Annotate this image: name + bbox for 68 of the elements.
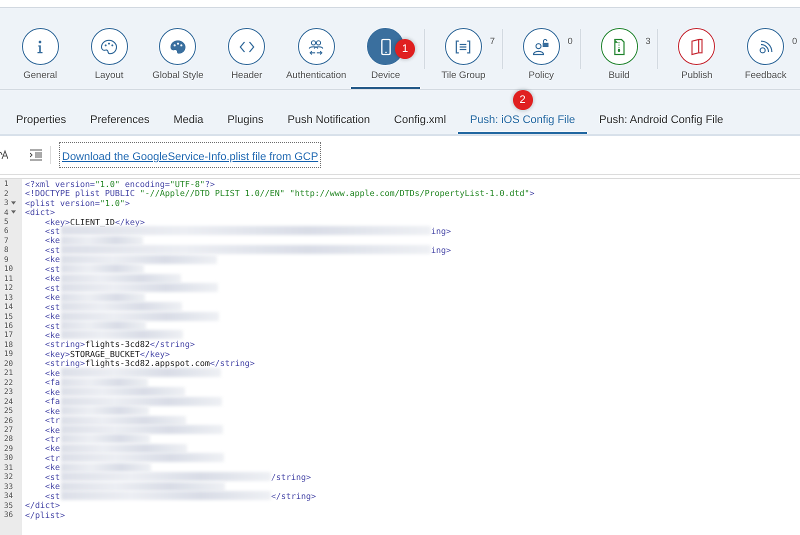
code-line: <ke <box>44 368 60 378</box>
code-line: <ke <box>44 386 60 397</box>
code-line: <tr <box>44 415 60 426</box>
code-line: </string> <box>270 490 316 501</box>
code-line: ing> <box>430 244 451 255</box>
code-line: <ke <box>44 481 60 492</box>
code-line: <dict> <box>25 207 55 218</box>
code-line: <st <box>44 264 60 274</box>
toolbar-button[interactable]: Layout <box>74 27 144 89</box>
code-line: <st <box>44 244 60 255</box>
code-line: <fa <box>44 396 60 406</box>
code-line: <tr <box>44 452 60 463</box>
code-line: <st <box>44 282 60 293</box>
code-line: <st <box>44 490 60 501</box>
tab[interactable]: Push Notification <box>276 114 382 134</box>
fold-icon[interactable] <box>10 200 16 205</box>
toolbar-button[interactable]: Header <box>212 27 282 89</box>
toolbar-button[interactable]: Publish <box>662 27 732 89</box>
code-line: <fa <box>44 377 60 388</box>
tab[interactable]: Config.xml <box>382 114 458 134</box>
code-line: <ke <box>44 254 60 264</box>
step-badge: 1 <box>395 39 416 59</box>
code-line: <ke <box>44 330 60 340</box>
code-line: </dict> <box>25 500 60 510</box>
code-line: <ke <box>44 406 60 416</box>
tab[interactable]: Properties <box>4 114 78 134</box>
toolbar-button[interactable]: Device 1 <box>351 27 420 89</box>
code-line: <ke <box>44 311 60 322</box>
code-line: <?xml version="1.0" encoding="UTF-8"?> <box>25 178 215 189</box>
toolbar-button[interactable]: Build 3 <box>584 27 654 89</box>
count-label: 0 <box>792 36 798 46</box>
code-line: ing> <box>430 226 451 236</box>
toolbar-button[interactable]: General <box>6 27 75 89</box>
code-line: <ke <box>44 235 60 246</box>
tab[interactable]: Plugins <box>215 114 276 134</box>
code-line: <ke <box>44 424 60 435</box>
code-line: <tr <box>44 434 60 444</box>
code-line: <st <box>44 226 60 236</box>
fold-icon[interactable] <box>10 210 16 214</box>
tab[interactable]: Media <box>161 114 216 134</box>
code-line: <string>flights-3cd82.appspot.com</string> <box>44 358 255 368</box>
download-link[interactable]: Download the GoogleService-Info.plist file from GCP <box>59 142 322 168</box>
toolbar-button[interactable]: Authentication <box>281 27 352 89</box>
code-line: <ke <box>44 462 60 472</box>
code-line: <st <box>44 302 60 312</box>
code-line: <st <box>44 320 60 331</box>
code-line: /string> <box>270 472 311 482</box>
code-line: <ke <box>44 273 60 284</box>
indent-icon[interactable] <box>30 149 42 161</box>
count-label: 0 <box>568 36 573 46</box>
code-line: <st <box>44 472 60 482</box>
code-line: <ke <box>44 443 60 454</box>
code-line: <key>CLIENT_ID</key> <box>44 216 145 227</box>
tab[interactable]: Push: Android Config File <box>587 114 736 134</box>
toolbar-button[interactable]: Feedback 0 <box>731 27 800 89</box>
code-line: <ke <box>44 292 60 302</box>
count-label: 7 <box>490 36 495 46</box>
tab[interactable]: Preferences <box>78 114 162 134</box>
code-line: </plist> <box>25 510 65 520</box>
step-badge: 2 <box>512 90 533 110</box>
toolbar-button[interactable]: Policy 0 <box>506 27 576 89</box>
code-line: <plist version="1.0"> <box>25 198 130 208</box>
count-label: 3 <box>645 36 650 46</box>
code-line: <!DOCTYPE plist PUBLIC "-//Apple//DTD PLIST 1.0//EN" "http://www.apple.com/DTDs/PropertyList-1.0.dtd"> <box>25 188 535 198</box>
toolbar-button[interactable]: Global Style <box>144 27 212 89</box>
code-line: <key>STORAGE_BUCKET</key> <box>44 348 170 359</box>
code-line: <string>flights-3cd82</string> <box>44 339 195 350</box>
toolbar-button[interactable]: Tile Group 7 <box>429 27 498 89</box>
